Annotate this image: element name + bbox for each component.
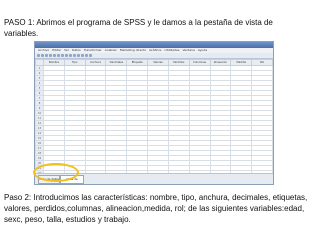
- toolbar-icon[interactable]: [81, 54, 84, 57]
- toolbar-icon[interactable]: [45, 54, 48, 57]
- menu-item[interactable]: Ventana: [181, 48, 195, 53]
- toolbar-icon[interactable]: [37, 54, 40, 57]
- toolbar-icon[interactable]: [49, 54, 52, 57]
- toolbar-icon[interactable]: [65, 54, 68, 57]
- tab-highlight-circle: [33, 163, 79, 182]
- toolbar-icon[interactable]: [61, 54, 64, 57]
- menu-item[interactable]: Datos: [71, 48, 82, 53]
- menu-item[interactable]: Ver: [63, 48, 70, 53]
- spss-window: Archivo Editar Ver Datos Transformar Analizar…: [34, 41, 274, 185]
- toolbar-icon[interactable]: [89, 54, 92, 57]
- menu-item[interactable]: Archivo: [37, 48, 50, 53]
- variable-grid[interactable]: Nombre Tipo Anchura Decimales Etiqueta Valore…: [35, 59, 273, 184]
- menu-item[interactable]: Utilidades: [164, 48, 181, 53]
- toolbar-icon[interactable]: [57, 54, 60, 57]
- toolbar-icon[interactable]: [77, 54, 80, 57]
- menu-item[interactable]: Marketing directo: [119, 48, 147, 53]
- step2-text: Paso 2: Introducimos las características…: [4, 193, 308, 224]
- toolbar-icon[interactable]: [85, 54, 88, 57]
- menu-item[interactable]: Editar: [51, 48, 62, 53]
- menu-item[interactable]: Gráficos: [148, 48, 162, 53]
- menu-item[interactable]: Ayuda: [197, 48, 208, 53]
- menu-item[interactable]: Transformar: [83, 48, 103, 53]
- toolbar-icon[interactable]: [69, 54, 72, 57]
- step1-text: PASO 1: Abrimos el programa de SPSS y le…: [4, 18, 273, 38]
- menu-item[interactable]: Analizar: [104, 48, 118, 53]
- toolbar-icon[interactable]: [41, 54, 44, 57]
- toolbar-icon[interactable]: [53, 54, 56, 57]
- toolbar-icon[interactable]: [73, 54, 76, 57]
